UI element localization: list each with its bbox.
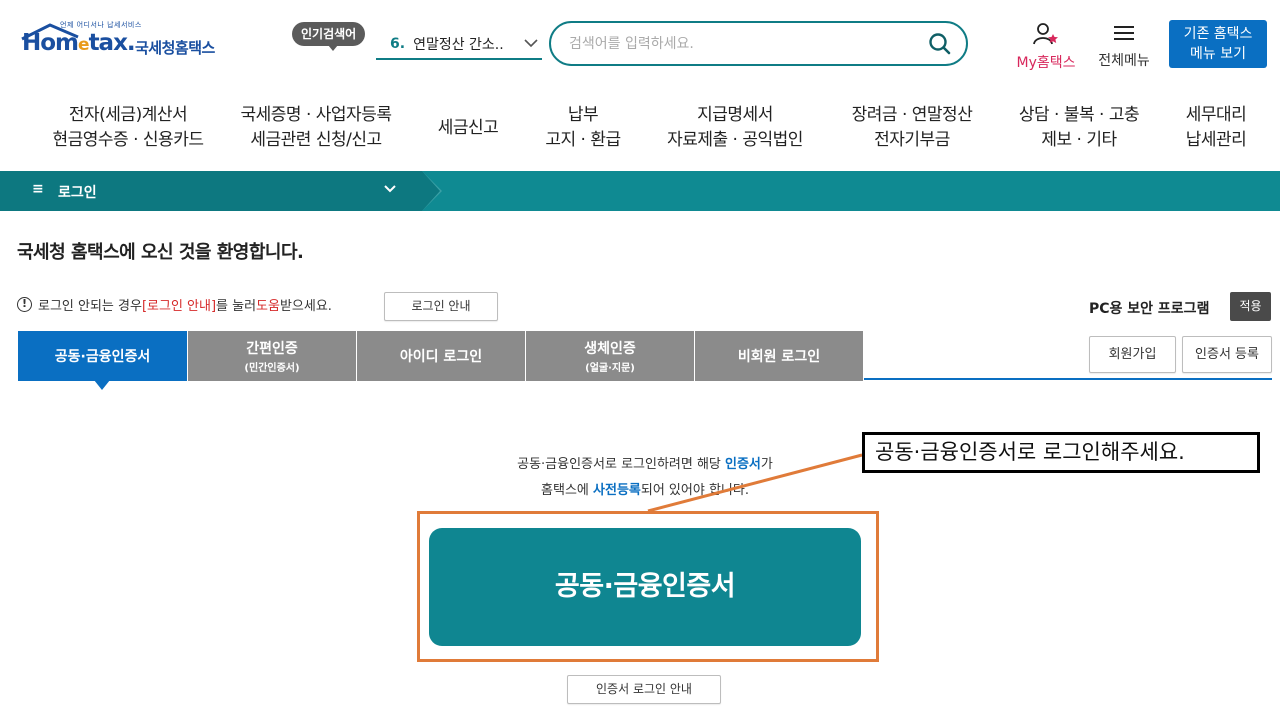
- logo-wordmark: Hometax.: [22, 30, 136, 56]
- guide-text: 공동·금융인증서로 로그인하려면 해당: [517, 457, 726, 472]
- gnb-item-consultation[interactable]: 상담 · 불복 · 고충 제보 · 기타: [1002, 96, 1156, 160]
- old-menu-button[interactable]: 기존 홈택스 메뉴 보기: [1169, 20, 1267, 68]
- breadcrumb-arrow: [422, 171, 440, 211]
- cert-login-guide-button[interactable]: 인증서 로그인 안내: [567, 675, 721, 704]
- sign-up-button[interactable]: 회원가입: [1089, 336, 1176, 373]
- gnb-item-e-invoice[interactable]: 전자(세금)계산서 현금영수증 · 신용카드: [38, 96, 218, 160]
- login-notice: ! 로그인 안되는 경우 [로그인 안내] 를 눌러 도움 받으세요.: [17, 295, 332, 314]
- notice-link: [로그인 안내]: [141, 299, 217, 314]
- location-bar-lead: [0, 171, 18, 211]
- popular-search-select[interactable]: 6. 연말정산 간소..: [376, 30, 542, 60]
- login-guide-button[interactable]: 로그인 안내: [384, 292, 498, 321]
- warning-icon: !: [17, 297, 32, 312]
- cert-register-button[interactable]: 인증서 등록: [1182, 336, 1272, 373]
- guide-line-2: 홈택스에 사전등록되어 있어야 합니다.: [440, 478, 850, 504]
- breadcrumb[interactable]: ≡ 로그인: [18, 171, 442, 211]
- gnb-item-line2: 전자기부금: [874, 130, 950, 150]
- old-menu-line1: 기존 홈택스: [1183, 26, 1253, 42]
- gnb-item-line1: 지급명세서: [697, 105, 773, 125]
- annotation-callout: 공동·금융인증서로 로그인해주세요.: [862, 432, 1260, 473]
- gnb-item-year-end[interactable]: 장려금 · 연말정산 전자기부금: [832, 96, 992, 160]
- site-header: 언제 어디서나 납세서비스 Hometax. 국세청홈택스 인기검색어 6. 연…: [0, 0, 1280, 90]
- tab-biometric[interactable]: 생체인증 (얼굴·지문): [526, 331, 695, 381]
- location-bar: ≡ 로그인: [0, 171, 1280, 211]
- old-menu-line2: 메뉴 보기: [1190, 46, 1246, 62]
- search-box: [549, 21, 968, 66]
- all-menu-button[interactable]: 전체메뉴: [1092, 22, 1156, 70]
- tab-label: 공동·금융인증서: [54, 349, 151, 365]
- cert-guide-text: 공동·금융인증서로 로그인하려면 해당 인증서가 홈택스에 사전등록되어 있어야…: [440, 452, 850, 504]
- tab-label: 간편인증: [246, 341, 298, 357]
- user-icon: [1033, 23, 1058, 45]
- chevron-down-icon: [520, 36, 542, 52]
- breadcrumb-current: 로그인: [58, 185, 97, 201]
- notice-text: 받으세요.: [279, 299, 332, 314]
- gnb-item-line1: 세금신고: [437, 117, 499, 138]
- joint-cert-login-button[interactable]: 공동·금융인증서: [429, 528, 861, 646]
- main-navigation: 전자(세금)계산서 현금영수증 · 신용카드 국세증명 · 사업자등록 세금관련…: [0, 96, 1280, 168]
- tab-joint-cert[interactable]: 공동·금융인증서: [18, 331, 188, 390]
- guide-emphasis: 인증서: [725, 457, 761, 472]
- popular-search-badge: 인기검색어: [292, 22, 366, 51]
- notice-emphasis: 도움: [256, 299, 280, 314]
- login-tabs: 공동·금융인증서 간편인증 (민간인증서) 아이디 로그인 생체인증 (얼굴·지…: [18, 331, 866, 390]
- tab-label: 생체인증: [584, 341, 636, 357]
- hamburger-icon: [1114, 26, 1134, 40]
- gnb-item-line2: 고지 · 환급: [545, 130, 621, 150]
- notice-text: 를 눌러: [216, 299, 257, 314]
- gnb-item-line1: 세무대리: [1185, 105, 1247, 125]
- gnb-item-line2: 납세관리: [1185, 130, 1247, 150]
- guide-line-1: 공동·금융인증서로 로그인하려면 해당 인증서가: [440, 452, 850, 478]
- tab-simple-auth[interactable]: 간편인증 (민간인증서): [188, 331, 357, 381]
- guide-emphasis: 사전등록: [593, 483, 641, 498]
- search-input[interactable]: [569, 32, 909, 56]
- pc-security-label: PC용 보안 프로그램: [1089, 301, 1210, 317]
- tab-sublabel: (얼굴·지문): [585, 363, 635, 374]
- logo-korean: 국세청홈택스: [135, 39, 215, 57]
- gnb-item-line1: 상담 · 불복 · 고충: [1018, 105, 1140, 125]
- tab-label: 아이디 로그인: [399, 349, 483, 365]
- guide-text: 가: [760, 457, 773, 472]
- gnb-item-line1: 장려금 · 연말정산: [851, 105, 973, 125]
- gnb-item-tax-agent[interactable]: 세무대리 납세관리: [1166, 96, 1266, 160]
- tab-id-login[interactable]: 아이디 로그인: [357, 331, 526, 381]
- tabs-underline: [864, 378, 1272, 380]
- search-icon[interactable]: [928, 32, 952, 56]
- page-title: 국세청 홈택스에 오신 것을 환영합니다.: [17, 242, 304, 263]
- tab-label: 비회원 로그인: [737, 349, 821, 365]
- gnb-item-payment-statement[interactable]: 지급명세서 자료제출 · 공익법인: [650, 96, 820, 160]
- popular-rank: 6.: [390, 36, 406, 52]
- menu-icon: ≡: [32, 181, 44, 197]
- guide-text: 홈택스에: [541, 483, 594, 498]
- chevron-down-icon: [384, 182, 396, 196]
- tab-guest-login[interactable]: 비회원 로그인: [695, 331, 864, 381]
- gnb-item-line2: 제보 · 기타: [1041, 130, 1117, 150]
- gnb-item-line2: 현금영수증 · 신용카드: [52, 130, 204, 150]
- gnb-item-line2: 자료제출 · 공익법인: [667, 130, 803, 150]
- guide-text: 되어 있어야 합니다.: [640, 483, 749, 498]
- notice-text: 로그인 안되는 경우: [38, 299, 142, 314]
- gnb-item-line1: 납부: [567, 105, 599, 125]
- gnb-item-line2: 세금관련 신청/신고: [250, 130, 382, 150]
- my-hometax-button[interactable]: My홈택스: [1010, 22, 1082, 72]
- gnb-item-tax-certificate[interactable]: 국세증명 · 사업자등록 세금관련 신청/신고: [226, 96, 406, 160]
- apply-button[interactable]: 적용: [1230, 292, 1271, 321]
- hometax-logo[interactable]: 언제 어디서나 납세서비스 Hometax. 국세청홈택스: [18, 18, 233, 70]
- all-menu-label: 전체메뉴: [1098, 53, 1150, 69]
- my-hometax-label: My홈택스: [1016, 55, 1076, 71]
- gnb-item-line1: 국세증명 · 사업자등록: [240, 105, 392, 125]
- tab-sublabel: (민간인증서): [244, 363, 300, 374]
- gnb-item-line1: 전자(세금)계산서: [68, 105, 188, 125]
- gnb-item-payment[interactable]: 납부 고지 · 환급: [528, 96, 638, 160]
- popular-keyword: 연말정산 간소..: [413, 37, 504, 53]
- gnb-item-tax-report[interactable]: 세금신고: [418, 96, 518, 160]
